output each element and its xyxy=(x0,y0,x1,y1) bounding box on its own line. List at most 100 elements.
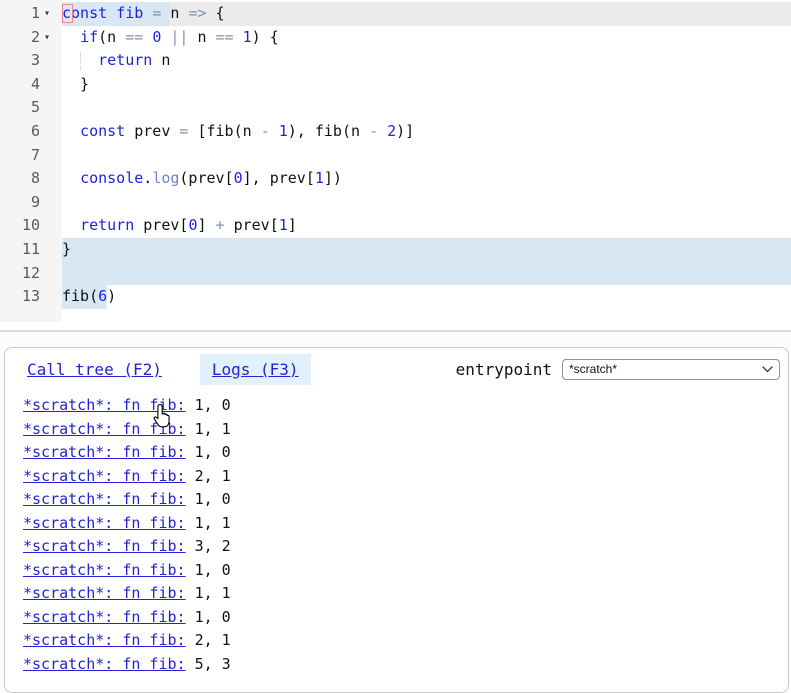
gutter-cell: 4 xyxy=(0,73,62,97)
code-text[interactable] xyxy=(62,144,791,168)
code-tokens: return prev[0] + prev[1] xyxy=(62,216,297,234)
gutter-cell: 11 xyxy=(0,238,62,262)
code-lines: 1▾const fib = n => {2▾ if(n == 0 || n ==… xyxy=(0,0,791,309)
code-tokens: } xyxy=(62,75,89,93)
line-number: 4 xyxy=(0,73,40,97)
gutter-cell: 1▾ xyxy=(0,2,62,26)
log-link[interactable]: *scratch*: fn fib: xyxy=(23,467,186,485)
entrypoint-select[interactable]: *scratch* xyxy=(562,359,780,380)
code-text[interactable]: return n xyxy=(62,49,791,73)
fold-gutter-space xyxy=(40,262,62,286)
log-link[interactable]: *scratch*: fn fib: xyxy=(23,561,186,579)
code-line: 1▾const fib = n => { xyxy=(0,2,791,26)
log-entry: *scratch*: fn fib: 1, 0 xyxy=(23,394,782,418)
cursor-highlight-box xyxy=(62,4,73,23)
fold-gutter-space xyxy=(40,214,62,238)
log-link[interactable]: *scratch*: fn fib: xyxy=(23,490,186,508)
log-link[interactable]: *scratch*: fn fib: xyxy=(23,537,186,555)
code-line: 7 xyxy=(0,144,791,168)
code-text[interactable] xyxy=(62,262,791,286)
line-number: 9 xyxy=(0,191,40,215)
log-value: 2, 1 xyxy=(186,467,231,485)
fold-gutter-space xyxy=(40,144,62,168)
log-entry: *scratch*: fn fib: 1, 1 xyxy=(23,418,782,442)
log-link[interactable]: *scratch*: fn fib: xyxy=(23,631,186,649)
line-number: 8 xyxy=(0,167,40,191)
code-line: 12 xyxy=(0,262,791,286)
code-text[interactable]: console.log(prev[0], prev[1]) xyxy=(62,167,791,191)
code-text[interactable] xyxy=(62,96,791,120)
tab-call-tree[interactable]: Call tree (F2) xyxy=(27,354,162,385)
log-link[interactable]: *scratch*: fn fib: xyxy=(23,655,186,673)
code-line: 4 } xyxy=(0,73,791,97)
log-value: 1, 0 xyxy=(186,443,231,461)
tab-bar: Call tree (F2) Logs (F3) xyxy=(27,354,311,385)
debugger-panel: Call tree (F2) Logs (F3) entrypoint *scr… xyxy=(4,347,789,693)
panel-header: Call tree (F2) Logs (F3) entrypoint *scr… xyxy=(23,353,782,385)
gutter-cell: 13 xyxy=(0,285,62,309)
hand-cursor-icon xyxy=(152,403,174,434)
gutter-cell: 8 xyxy=(0,167,62,191)
code-line: 11} xyxy=(0,238,791,262)
code-text[interactable]: const fib = n => { xyxy=(62,2,791,26)
log-entry: *scratch*: fn fib: 1, 0 xyxy=(23,441,782,465)
log-link[interactable]: *scratch*: fn fib: xyxy=(23,514,186,532)
log-value: 1, 0 xyxy=(186,608,231,626)
gutter-cell: 9 xyxy=(0,191,62,215)
log-list: *scratch*: fn fib: 1, 0*scratch*: fn fib… xyxy=(23,394,782,676)
line-number: 7 xyxy=(0,144,40,168)
gutter-cell: 6 xyxy=(0,120,62,144)
code-text[interactable]: fib(6) xyxy=(62,285,791,309)
code-text[interactable]: if(n == 0 || n == 1) { xyxy=(62,26,791,50)
line-number: 2 xyxy=(0,26,40,50)
code-text[interactable] xyxy=(62,191,791,215)
code-editor[interactable]: 1▾const fib = n => {2▾ if(n == 0 || n ==… xyxy=(0,0,791,332)
gutter-cell: 5 xyxy=(0,96,62,120)
log-entry: *scratch*: fn fib: 5, 3 xyxy=(23,653,782,677)
selection-highlight xyxy=(62,238,791,262)
fold-gutter-space xyxy=(40,49,62,73)
code-text[interactable]: const prev = [fib(n - 1), fib(n - 2)] xyxy=(62,120,791,144)
code-line: 2▾ if(n == 0 || n == 1) { xyxy=(0,26,791,50)
log-value: 1, 1 xyxy=(186,584,231,602)
log-link[interactable]: *scratch*: fn fib: xyxy=(23,443,186,461)
log-value: 5, 3 xyxy=(186,655,231,673)
gutter-cell: 2▾ xyxy=(0,26,62,50)
line-number: 1 xyxy=(0,2,40,26)
log-entry: *scratch*: fn fib: 3, 2 xyxy=(23,535,782,559)
log-link[interactable]: *scratch*: fn fib: xyxy=(23,608,186,626)
code-tokens: } xyxy=(62,240,71,258)
gutter-cell: 10 xyxy=(0,214,62,238)
log-entry: *scratch*: fn fib: 1, 1 xyxy=(23,582,782,606)
code-line: 5 xyxy=(0,96,791,120)
fold-gutter-space xyxy=(40,191,62,215)
fold-gutter-space xyxy=(40,238,62,262)
gutter-cell: 7 xyxy=(0,144,62,168)
log-entry: *scratch*: fn fib: 1, 0 xyxy=(23,488,782,512)
code-text[interactable]: } xyxy=(62,238,791,262)
fold-gutter-space xyxy=(40,96,62,120)
log-link[interactable]: *scratch*: fn fib: xyxy=(23,584,186,602)
log-value: 1, 0 xyxy=(186,490,231,508)
code-line: 6 const prev = [fib(n - 1), fib(n - 2)] xyxy=(0,120,791,144)
gutter-cell: 12 xyxy=(0,262,62,286)
entrypoint-label: entrypoint xyxy=(456,360,552,379)
tab-logs[interactable]: Logs (F3) xyxy=(200,354,311,385)
log-entry: *scratch*: fn fib: 1, 0 xyxy=(23,606,782,630)
fold-toggle-icon[interactable]: ▾ xyxy=(40,2,62,26)
selection-highlight xyxy=(62,262,791,286)
code-line: 10 return prev[0] + prev[1] xyxy=(0,214,791,238)
line-number: 5 xyxy=(0,96,40,120)
code-line: 9 xyxy=(0,191,791,215)
code-text[interactable]: } xyxy=(62,73,791,97)
fold-toggle-icon[interactable]: ▾ xyxy=(40,26,62,50)
log-entry: *scratch*: fn fib: 2, 1 xyxy=(23,465,782,489)
code-tokens: return n xyxy=(62,51,170,69)
code-line: 3 return n xyxy=(0,49,791,73)
code-text[interactable]: return prev[0] + prev[1] xyxy=(62,214,791,238)
code-tokens: if(n == 0 || n == 1) { xyxy=(62,28,279,46)
log-entry: *scratch*: fn fib: 1, 0 xyxy=(23,559,782,583)
log-value: 1, 0 xyxy=(186,396,231,414)
log-value: 1, 1 xyxy=(186,420,231,438)
code-tokens: const prev = [fib(n - 1), fib(n - 2)] xyxy=(62,122,414,140)
